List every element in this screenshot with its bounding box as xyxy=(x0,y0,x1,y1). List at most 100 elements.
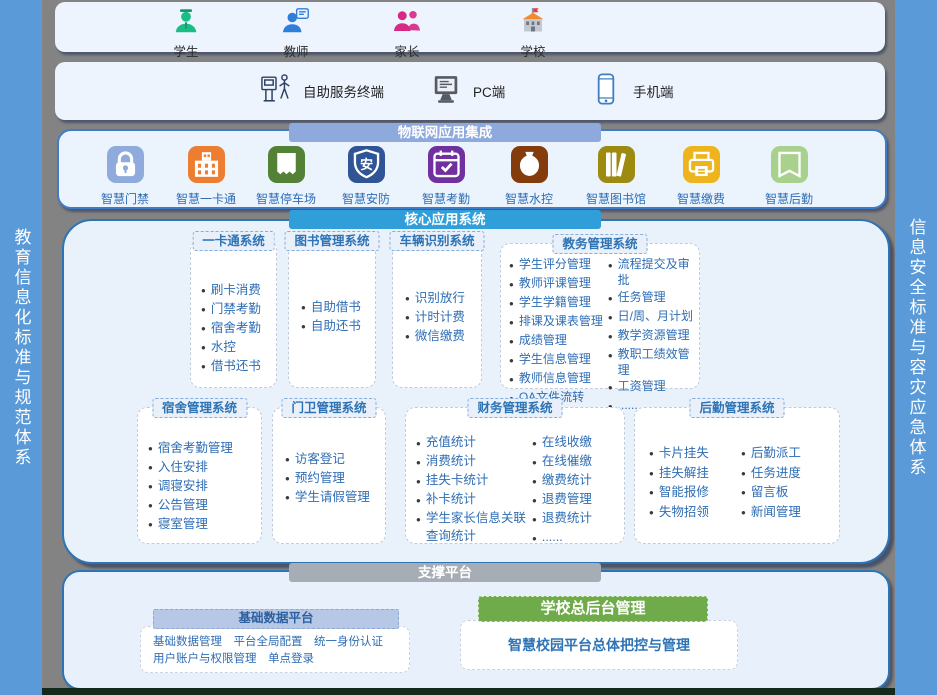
feature-item: ●流程提交及审批 xyxy=(608,256,697,289)
feature-item: ●在线收缴 xyxy=(532,434,592,453)
pc-icon xyxy=(428,71,464,112)
terminal-label: 自助服务终端 xyxy=(303,81,384,101)
base-platform-line2: 用户账户与权限管理 单点登录 xyxy=(153,651,409,668)
feature-item: ●工资管理 xyxy=(608,378,697,397)
svg-text:安: 安 xyxy=(359,156,372,172)
bullet-icon: ● xyxy=(509,332,514,351)
system-box: 图书管理系统●自助借书●自助还书 xyxy=(288,240,376,388)
feature-item: ●宿舍考勤 xyxy=(201,319,273,338)
left-standards-bar: 教育信息化标准与规范体系 xyxy=(0,0,42,695)
feature-item: ●借书还书 xyxy=(201,357,273,376)
feature-item: ●预约管理 xyxy=(285,469,370,488)
feature-item: ●公告管理 xyxy=(148,496,258,515)
feature-item: ●消费统计 xyxy=(416,453,532,472)
bullet-icon: ● xyxy=(532,491,537,510)
bullet-icon: ● xyxy=(741,483,746,502)
terminal-item: 自助服务终端 xyxy=(258,70,384,112)
feature-item: ●刷卡消费 xyxy=(201,281,273,300)
feature-item: ●退费管理 xyxy=(532,491,592,510)
bullet-icon: ● xyxy=(285,469,290,488)
feature-item: ●水控 xyxy=(201,338,273,357)
iot-app-label: 智慧考勤 xyxy=(398,190,494,207)
bullet-icon: ● xyxy=(608,327,613,346)
system-box: 一卡通系统●刷卡消费●门禁考勤●宿舍考勤●水控●借书还书 xyxy=(190,240,277,388)
system-box-title: 一卡通系统 xyxy=(192,231,275,251)
iot-app-label: 智慧图书馆 xyxy=(568,190,664,207)
support-platform-banner: 支撑平台 xyxy=(289,563,601,582)
feature-item: ●微信缴费 xyxy=(405,327,465,346)
bullet-icon: ● xyxy=(416,453,421,472)
user-group: 学校 xyxy=(488,6,578,60)
bullet-icon: ● xyxy=(148,439,153,458)
system-box-title: 车辆识别系统 xyxy=(389,231,484,251)
system-box: 教务管理系统●学生评分管理●教师评课管理●学生学籍管理●排课及课表管理●成绩管理… xyxy=(500,243,700,389)
feature-item: ●任务管理 xyxy=(608,289,697,308)
water-jar-icon xyxy=(511,146,548,183)
bullet-icon: ● xyxy=(201,357,206,376)
feature-item: ●任务进度 xyxy=(741,464,801,484)
base-data-platform-box: 基础数据管理 平台全局配置 统一身份认证 用户账户与权限管理 单点登录 xyxy=(140,626,410,673)
iot-banner: 物联网应用集成 xyxy=(289,123,601,142)
feature-item: ●学生信息管理 xyxy=(509,351,608,370)
system-box-title: 图书管理系统 xyxy=(284,231,379,251)
feature-item: ●学生请假管理 xyxy=(285,488,370,507)
bullet-icon: ● xyxy=(148,496,153,515)
system-box: 门卫管理系统●访客登记●预约管理●学生请假管理 xyxy=(272,407,386,544)
bullet-icon: ● xyxy=(532,529,537,548)
bullet-icon: ● xyxy=(532,453,537,472)
feature-item: ●日/周、月计划 xyxy=(608,308,697,327)
lock-icon xyxy=(107,146,144,183)
iot-app: 智慧水控 xyxy=(481,146,577,207)
user-group: 家长 xyxy=(362,6,452,60)
user-group: 教师 xyxy=(251,6,341,60)
bullet-icon: ● xyxy=(741,503,746,522)
bullet-icon: ● xyxy=(608,308,613,327)
bullet-icon: ● xyxy=(405,289,410,308)
bottom-edge xyxy=(42,688,895,695)
system-box-title: 教务管理系统 xyxy=(552,234,647,254)
school-icon xyxy=(518,23,548,40)
feature-item: ●在线催缴 xyxy=(532,453,592,472)
feature-item: ●门禁考勤 xyxy=(201,300,273,319)
user-group-label: 学生 xyxy=(141,41,231,60)
system-box-title: 门卫管理系统 xyxy=(281,398,376,418)
system-box-title: 财务管理系统 xyxy=(467,398,562,418)
system-box: 后勤管理系统●卡片挂失●挂失解挂●智能报修●失物招领●后勤派工●任务进度●留言板… xyxy=(634,407,840,544)
parents-icon xyxy=(392,23,422,40)
user-group-label: 家长 xyxy=(362,41,452,60)
feature-item: ●排课及课表管理 xyxy=(509,313,608,332)
feature-item: ●失物招领 xyxy=(649,503,741,523)
bullet-icon: ● xyxy=(509,294,514,313)
feature-item: ●寝室管理 xyxy=(148,515,258,534)
bullet-icon: ● xyxy=(201,300,206,319)
feature-item: ●自助还书 xyxy=(301,317,361,336)
bullet-icon: ● xyxy=(148,515,153,534)
bullet-icon: ● xyxy=(532,510,537,529)
feature-item: ●宿舍考勤管理 xyxy=(148,439,258,458)
bullet-icon: ● xyxy=(285,488,290,507)
feature-item: ●缴费统计 xyxy=(532,472,592,491)
bookmark-icon xyxy=(771,146,808,183)
iot-app: 智慧缴费 xyxy=(653,146,749,207)
system-box: 车辆识别系统●识别放行●计时计费●微信缴费 xyxy=(392,240,482,388)
feature-item: ●教师评课管理 xyxy=(509,275,608,294)
feature-item: ●计时计费 xyxy=(405,308,465,327)
school-admin-box: 智慧校园平台总体把控与管理 xyxy=(460,620,738,670)
phone-icon xyxy=(588,71,624,112)
bullet-icon: ● xyxy=(148,458,153,477)
bullet-icon: ● xyxy=(301,317,306,336)
feature-item: ●学生家长信息关联查询统计 xyxy=(416,510,532,545)
bullet-icon: ● xyxy=(608,378,613,397)
feature-item: ●自助借书 xyxy=(301,298,361,317)
feature-item: ●识别放行 xyxy=(405,289,465,308)
bullet-icon: ● xyxy=(649,503,654,522)
feature-item: ●后勤派工 xyxy=(741,444,801,464)
feature-item: ●退费统计 xyxy=(532,510,592,529)
student-icon xyxy=(171,23,201,40)
payment-terminal-icon xyxy=(683,146,720,183)
feature-item: ●留言板 xyxy=(741,483,801,503)
base-platform-line1: 基础数据管理 平台全局配置 统一身份认证 xyxy=(153,634,409,651)
bullet-icon: ● xyxy=(532,472,537,491)
bullet-icon: ● xyxy=(416,434,421,453)
bullet-icon: ● xyxy=(285,450,290,469)
